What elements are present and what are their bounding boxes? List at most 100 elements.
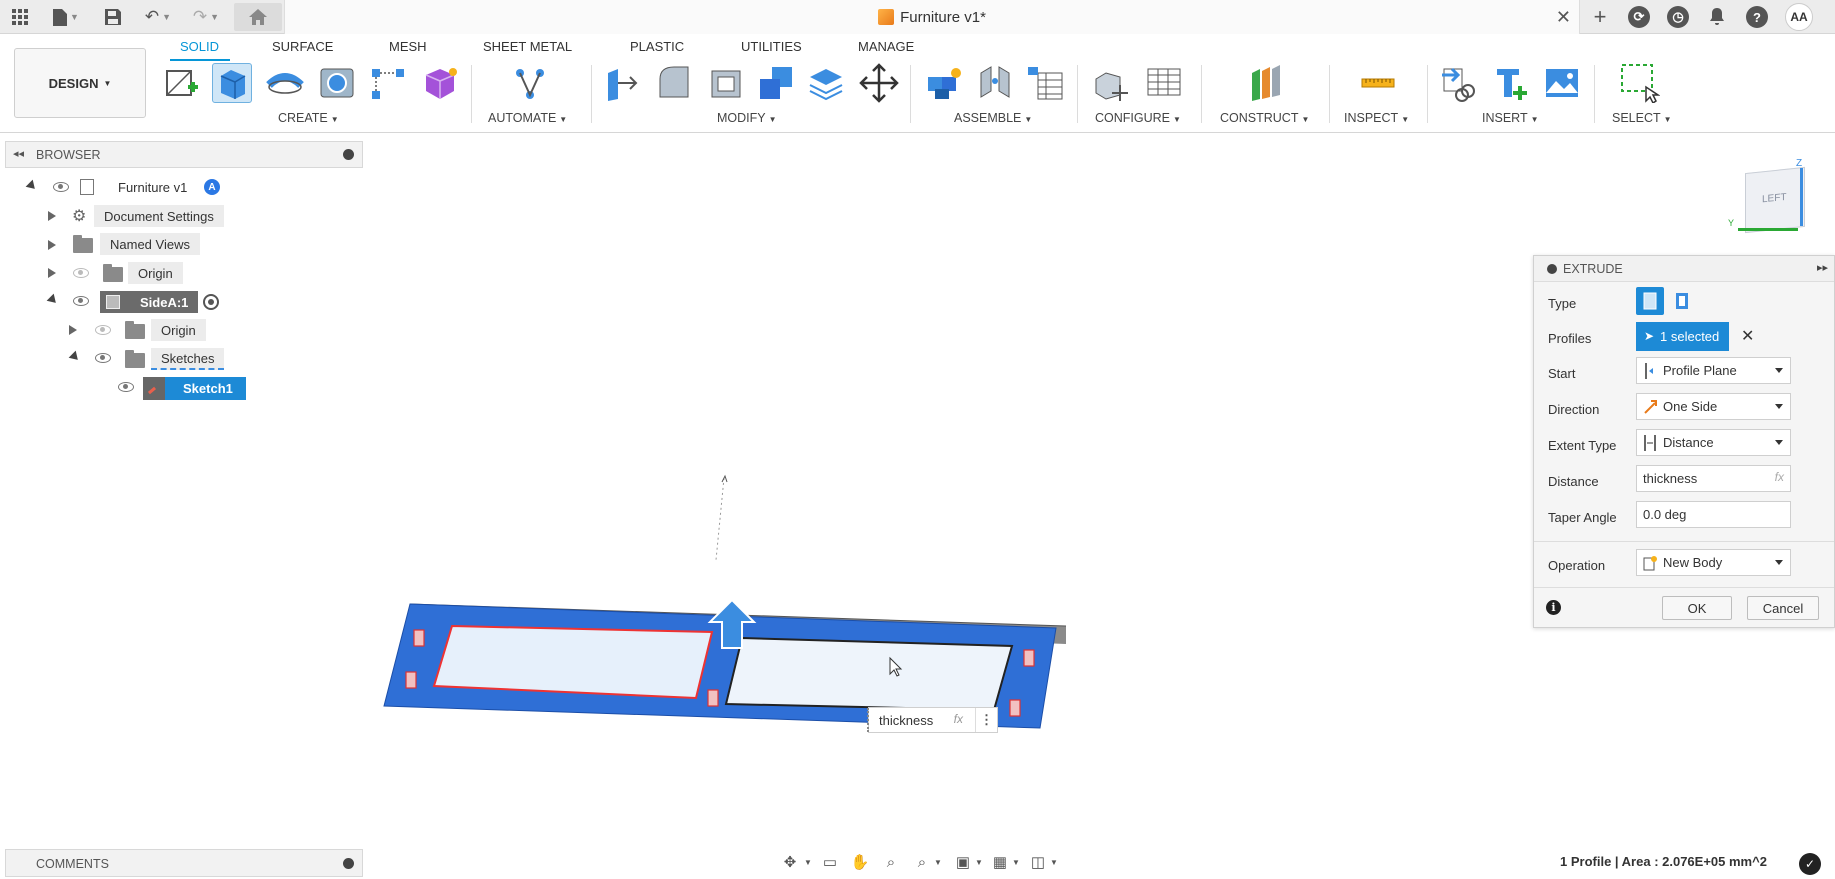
- tree-item-furniture[interactable]: Furniture v1: [108, 176, 197, 198]
- insert-menu[interactable]: INSERT ▼: [1482, 111, 1539, 125]
- configure-menu[interactable]: CONFIGURE ▼: [1095, 111, 1181, 125]
- add-comment-icon[interactable]: [343, 858, 354, 869]
- redo-icon[interactable]: ↷ ▼: [188, 5, 224, 29]
- type-solid-button[interactable]: [1636, 287, 1664, 315]
- tab-manage[interactable]: MANAGE: [858, 39, 914, 54]
- expand-arrow-icon[interactable]: [46, 293, 60, 307]
- offset-plane-icon[interactable]: [1246, 63, 1286, 103]
- comments-panel-header[interactable]: COMMENTS: [5, 849, 363, 877]
- new-component-icon[interactable]: [924, 63, 964, 103]
- visibility-eye-icon[interactable]: [73, 296, 89, 306]
- insert-mcmaster-icon[interactable]: [1491, 63, 1531, 103]
- revolve-tool-icon[interactable]: [265, 63, 305, 103]
- help-icon[interactable]: ?: [1746, 6, 1768, 28]
- configuration-table-icon[interactable]: [1144, 63, 1184, 103]
- configure-icon[interactable]: [1092, 63, 1132, 103]
- more-options-icon[interactable]: ⋮: [975, 708, 997, 732]
- tree-item-sidea[interactable]: SideA:1: [100, 291, 198, 313]
- start-dropdown[interactable]: Profile Plane: [1636, 357, 1791, 384]
- distance-input[interactable]: thickness fx: [1636, 465, 1791, 492]
- assemble-menu[interactable]: ASSEMBLE ▼: [954, 111, 1032, 125]
- panel-pin-icon[interactable]: [343, 149, 354, 160]
- expand-arrow-icon[interactable]: [48, 240, 56, 250]
- tab-mesh[interactable]: MESH: [389, 39, 427, 54]
- visibility-eye-icon[interactable]: [118, 382, 134, 392]
- look-at-icon[interactable]: ▭: [820, 853, 840, 871]
- extensions-icon[interactable]: ⟳: [1628, 6, 1650, 28]
- profiles-selection-button[interactable]: ➤ 1 selected: [1636, 322, 1729, 351]
- bill-of-materials-icon[interactable]: [1026, 63, 1066, 103]
- insert-derive-icon[interactable]: [1440, 63, 1480, 103]
- shell-icon[interactable]: [706, 63, 746, 103]
- orbit-dropdown-icon[interactable]: ▼: [798, 853, 818, 871]
- tree-item-document-settings[interactable]: Document Settings: [94, 205, 224, 227]
- status-badge[interactable]: ✓: [1799, 853, 1821, 875]
- info-icon[interactable]: i: [1546, 600, 1561, 615]
- extrude-tool-icon[interactable]: [212, 63, 252, 103]
- offset-face-icon[interactable]: [806, 63, 846, 103]
- measure-icon[interactable]: [1358, 63, 1398, 103]
- file-menu-icon[interactable]: ▼: [48, 5, 84, 29]
- clear-selection-icon[interactable]: ✕: [1741, 326, 1754, 346]
- fillet-icon[interactable]: [654, 63, 694, 103]
- zoom-icon[interactable]: ⌕: [881, 853, 901, 871]
- pan-icon[interactable]: ✋: [850, 853, 870, 871]
- close-tab-icon[interactable]: ✕: [1556, 7, 1571, 28]
- display-dropdown-icon[interactable]: ▼: [969, 853, 989, 871]
- construct-menu[interactable]: CONSTRUCT ▼: [1220, 111, 1309, 125]
- select-icon[interactable]: [1620, 63, 1661, 105]
- tree-item-origin-nested[interactable]: Origin: [151, 319, 206, 341]
- modify-menu[interactable]: MODIFY ▼: [717, 111, 777, 125]
- new-tab-icon[interactable]: +: [1588, 4, 1612, 29]
- move-copy-icon[interactable]: [859, 63, 899, 103]
- orbit-icon[interactable]: ✥: [780, 853, 800, 871]
- press-pull-icon[interactable]: [602, 63, 642, 103]
- tree-item-sketch1[interactable]: Sketch1: [143, 377, 246, 400]
- browser-panel-header[interactable]: ◂◂ BROWSER: [5, 141, 363, 168]
- viewports-dropdown-icon[interactable]: ▼: [1044, 853, 1064, 871]
- activate-radio-icon[interactable]: [203, 294, 219, 310]
- expand-arrow-icon[interactable]: [48, 268, 56, 278]
- tab-solid[interactable]: SOLID: [180, 39, 219, 54]
- fit-dropdown-icon[interactable]: ▼: [928, 853, 948, 871]
- home-icon[interactable]: [234, 3, 282, 31]
- document-tab[interactable]: Furniture v1* ✕: [284, 0, 1580, 34]
- visibility-off-eye-icon[interactable]: [95, 325, 111, 335]
- rectangular-pattern-icon[interactable]: [368, 63, 408, 103]
- tree-item-named-views[interactable]: Named Views: [100, 233, 200, 255]
- model-viewport[interactable]: [370, 460, 1070, 740]
- tab-plastic[interactable]: PLASTIC: [630, 39, 684, 54]
- inspect-menu[interactable]: INSPECT ▼: [1344, 111, 1409, 125]
- fx-icon[interactable]: fx: [954, 712, 963, 726]
- tab-surface[interactable]: SURFACE: [272, 39, 333, 54]
- visibility-eye-icon[interactable]: [53, 182, 69, 192]
- cancel-button[interactable]: Cancel: [1747, 596, 1819, 620]
- joint-icon[interactable]: [975, 63, 1015, 103]
- type-thin-button[interactable]: [1668, 287, 1696, 315]
- ok-button[interactable]: OK: [1662, 596, 1732, 620]
- create-menu[interactable]: CREATE ▼: [278, 111, 339, 125]
- tab-sheet-metal[interactable]: SHEET METAL: [483, 39, 572, 54]
- tree-item-sketches[interactable]: Sketches: [151, 348, 225, 370]
- user-avatar[interactable]: AA: [1785, 3, 1813, 31]
- create-form-icon[interactable]: [420, 63, 460, 103]
- view-cube[interactable]: LEFT: [1745, 166, 1805, 234]
- combine-icon[interactable]: [756, 63, 796, 103]
- taper-angle-input[interactable]: 0.0 deg: [1636, 501, 1791, 528]
- hole-tool-icon[interactable]: [317, 63, 357, 103]
- job-status-icon[interactable]: ◷: [1667, 6, 1689, 28]
- visibility-eye-icon[interactable]: [95, 353, 111, 363]
- save-icon[interactable]: [102, 5, 124, 29]
- expand-dialog-icon[interactable]: ▸▸: [1817, 261, 1828, 274]
- automate-icon[interactable]: [510, 63, 550, 103]
- tree-item-origin[interactable]: Origin: [128, 262, 183, 284]
- notifications-icon[interactable]: [1706, 5, 1728, 29]
- operation-dropdown[interactable]: New Body: [1636, 549, 1791, 576]
- expand-arrow-icon[interactable]: [68, 350, 82, 364]
- automate-menu[interactable]: AUTOMATE ▼: [488, 111, 567, 125]
- extent-type-dropdown[interactable]: Distance: [1636, 429, 1791, 456]
- canvas-distance-input[interactable]: thickness fx ⋮: [867, 707, 998, 733]
- expand-arrow-icon[interactable]: [48, 211, 56, 221]
- tab-utilities[interactable]: UTILITIES: [741, 39, 802, 54]
- expand-arrow-icon[interactable]: [69, 325, 77, 335]
